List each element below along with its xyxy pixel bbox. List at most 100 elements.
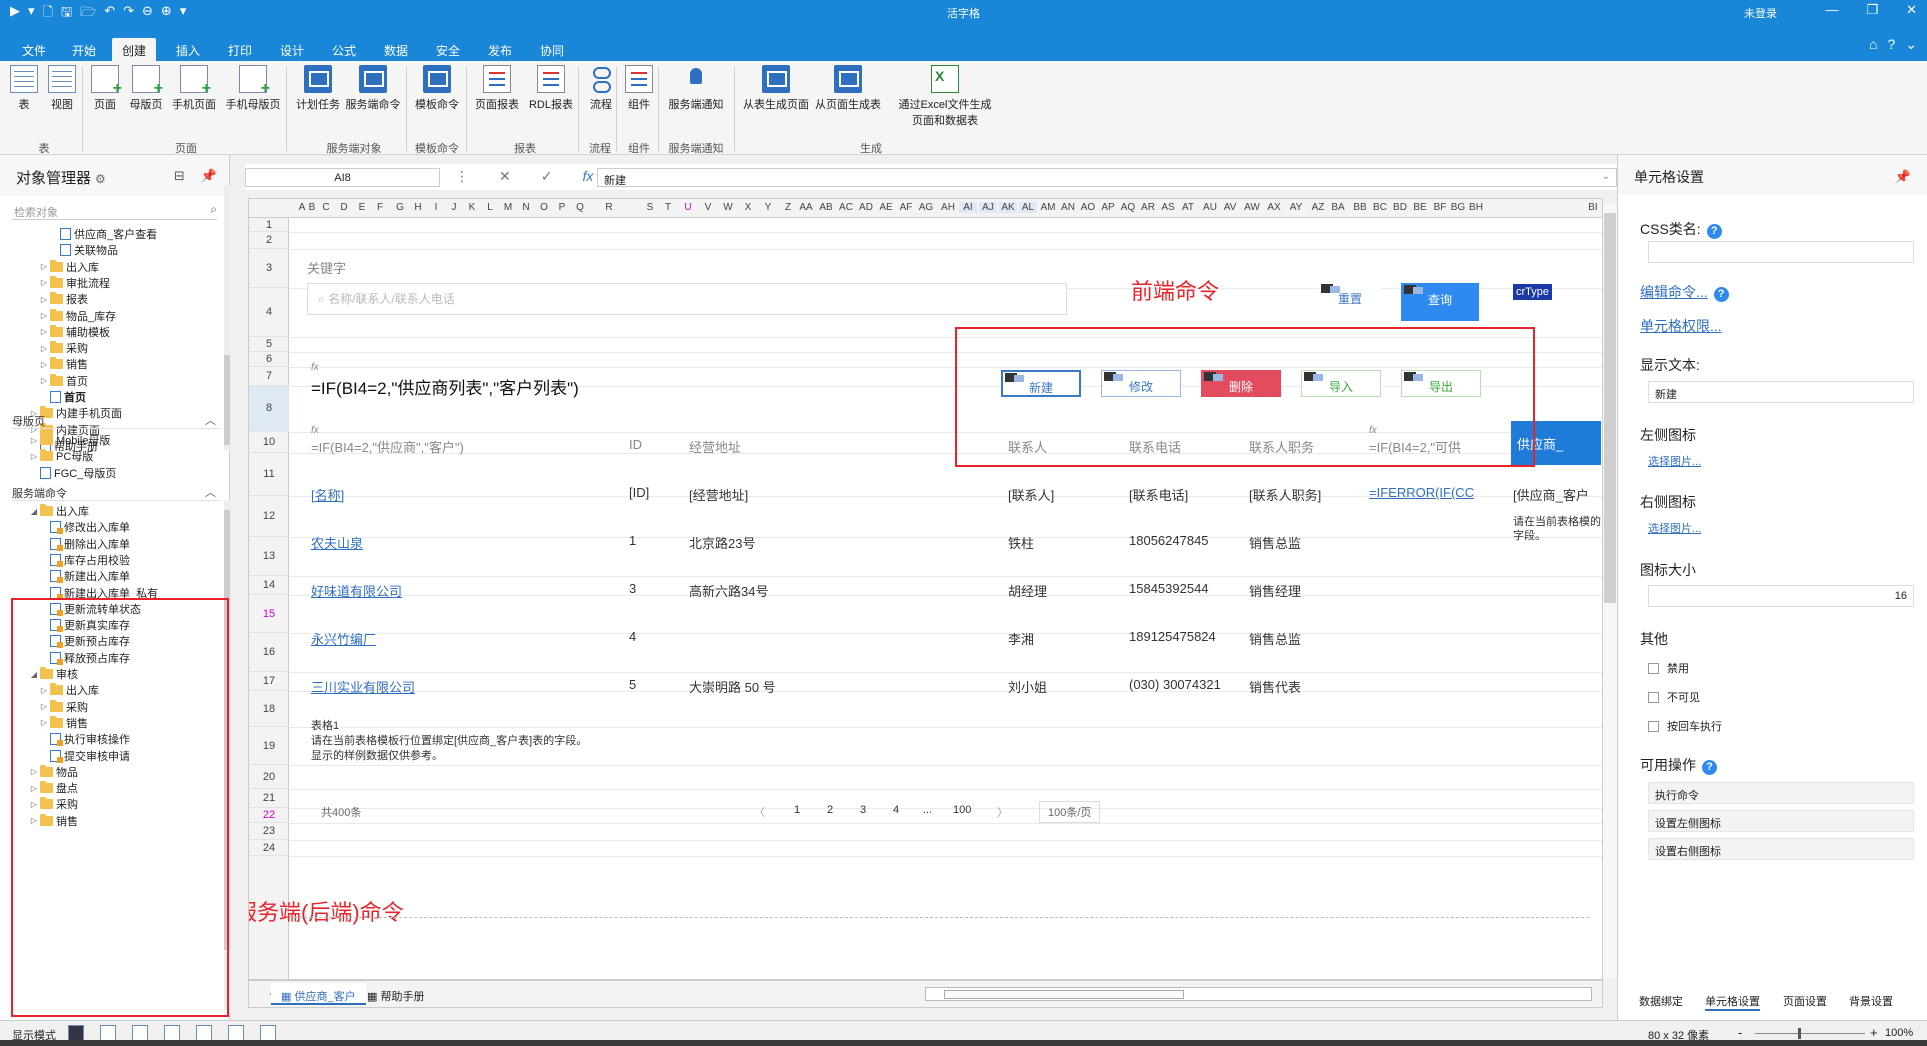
sheet-tab-supplier[interactable]: ▦ 供应商_客户 bbox=[271, 983, 366, 1005]
column-header-cell[interactable]: AV bbox=[1221, 202, 1239, 213]
tree-item[interactable]: ▷ 审批流程 bbox=[38, 274, 110, 292]
tree-item[interactable]: ▷ PC母版 bbox=[28, 447, 93, 465]
tree-item[interactable]: 删除出入库单 bbox=[38, 535, 130, 553]
column-header-cell[interactable]: AF bbox=[897, 202, 915, 213]
master-page-section[interactable]: 母版页 ︿ bbox=[12, 413, 220, 429]
ribbon-button-15[interactable]: 从页面生成表 bbox=[812, 65, 884, 112]
collapsed-icon[interactable]: ▷ bbox=[38, 327, 50, 336]
column-header-cell[interactable]: AE bbox=[877, 202, 895, 213]
tab-data-binding[interactable]: 数据绑定 bbox=[1639, 993, 1683, 1009]
column-header-cell[interactable]: AO bbox=[1079, 202, 1097, 213]
panel-mode-icon[interactable] bbox=[260, 1025, 276, 1041]
collapsed-icon[interactable]: ▷ bbox=[28, 452, 40, 461]
collapsed-icon[interactable]: ▷ bbox=[28, 436, 40, 445]
row-header-cell[interactable]: 15 bbox=[249, 595, 289, 634]
chevron-up-icon[interactable]: ︿ bbox=[205, 412, 216, 428]
zoom-slider-knob[interactable] bbox=[1798, 1028, 1801, 1039]
column-header-cell[interactable]: AY bbox=[1287, 202, 1305, 213]
ribbon-button-3[interactable]: 母版页 bbox=[126, 65, 166, 112]
help-icon[interactable]: ? bbox=[1887, 36, 1895, 53]
pager-page[interactable]: 2 bbox=[827, 804, 833, 816]
pager-next-icon[interactable]: 〉 bbox=[997, 804, 1008, 820]
column-header-cell[interactable]: Q bbox=[571, 202, 589, 213]
enter-exec-checkbox[interactable]: 按回车执行 bbox=[1648, 718, 1722, 734]
zoom-out-icon[interactable]: - bbox=[1738, 1025, 1742, 1040]
tab-page-settings[interactable]: 页面设置 bbox=[1783, 993, 1827, 1009]
sheet-tab-help[interactable]: ▦ 帮助手册 bbox=[357, 983, 434, 1005]
css-class-input[interactable] bbox=[1648, 241, 1914, 263]
expanded-icon[interactable]: ◢ bbox=[28, 507, 40, 516]
collapse-icon[interactable]: ⊟ bbox=[174, 168, 185, 184]
column-header-cell[interactable]: AA bbox=[797, 202, 815, 213]
tab-background-settings[interactable]: 背景设置 bbox=[1849, 993, 1893, 1009]
login-status[interactable]: 未登录 bbox=[1744, 5, 1777, 21]
cell-name-box[interactable]: AI8 bbox=[245, 168, 440, 187]
command-mode-icon[interactable] bbox=[68, 1025, 84, 1041]
disabled-checkbox[interactable]: 禁用 bbox=[1648, 660, 1689, 676]
pager-prev-icon[interactable]: 〈 bbox=[754, 804, 765, 820]
ribbon-button-11[interactable]: 流程 bbox=[584, 65, 618, 112]
column-header-cell[interactable]: W bbox=[719, 202, 737, 213]
column-header-cell[interactable]: M bbox=[499, 202, 517, 213]
ribbon-button-4[interactable]: 手机页面 bbox=[170, 65, 218, 112]
ribbon-button-16[interactable]: 通过Excel文件生成页面和数据表 bbox=[890, 65, 1000, 128]
row-header-cell[interactable]: 17 bbox=[249, 672, 289, 691]
query-button[interactable]: 查询 bbox=[1401, 283, 1479, 321]
restore-icon[interactable]: ❐ bbox=[1866, 2, 1878, 18]
expand-icon[interactable]: ⌄ bbox=[1602, 171, 1610, 182]
column-header-cell[interactable]: BE bbox=[1411, 202, 1429, 213]
user-icon[interactable] bbox=[100, 1025, 116, 1041]
display-text-input[interactable]: 新建 bbox=[1648, 381, 1914, 403]
help-icon[interactable]: ? bbox=[1713, 287, 1729, 302]
column-header-cell[interactable]: F bbox=[371, 202, 389, 213]
row-header-cell[interactable]: 1 bbox=[249, 218, 289, 233]
more-icon[interactable]: ⋮ bbox=[455, 168, 469, 185]
row-header-cell[interactable]: 21 bbox=[249, 789, 289, 809]
column-header-cell[interactable]: AN bbox=[1059, 202, 1077, 213]
column-header-cell[interactable]: P bbox=[553, 202, 571, 213]
row-header-cell[interactable]: 13 bbox=[249, 537, 289, 576]
tree-item[interactable]: ◢ 出入库 bbox=[28, 502, 89, 520]
column-header-cell[interactable]: AB bbox=[817, 202, 835, 213]
table-row-name[interactable]: 三川实业有限公司 bbox=[311, 677, 415, 696]
row-header-cell[interactable]: 16 bbox=[249, 633, 289, 672]
column-header-cell[interactable]: E bbox=[353, 202, 371, 213]
ribbon-button-7[interactable]: 服务端命令 bbox=[342, 65, 404, 112]
tree-item[interactable]: ▷ 采购 bbox=[38, 339, 88, 357]
ribbon-tab-5[interactable]: 设计 bbox=[270, 38, 314, 61]
ribbon-tab-1[interactable]: 开始 bbox=[62, 38, 106, 61]
invisible-checkbox[interactable]: 不可见 bbox=[1648, 689, 1700, 705]
tab-cell-settings[interactable]: 单元格设置 bbox=[1705, 993, 1760, 1011]
bind-extra[interactable]: =IFERROR(IF(CC bbox=[1369, 485, 1474, 500]
home-icon[interactable]: ⌂ bbox=[1869, 36, 1877, 53]
column-header-cell[interactable]: AK bbox=[999, 202, 1017, 213]
tree-item[interactable]: ▷ 报表 bbox=[38, 290, 88, 308]
edit-command-link[interactable]: 编辑命令...? bbox=[1640, 282, 1729, 302]
collapsed-icon[interactable]: ▷ bbox=[38, 262, 50, 271]
zoom-slider[interactable] bbox=[1755, 1033, 1865, 1034]
column-header-cell[interactable]: G bbox=[391, 202, 409, 213]
bind-name[interactable]: [名称] bbox=[311, 485, 344, 504]
server-command-section[interactable]: 服务端命令 ︿ bbox=[12, 485, 220, 501]
ribbon-button-6[interactable]: 计划任务 bbox=[293, 65, 343, 112]
ribbon-button-9[interactable]: 页面报表 bbox=[472, 65, 522, 112]
right-icon-select-link[interactable]: 选择图片... bbox=[1648, 520, 1701, 536]
op-set-right-icon[interactable]: 设置右侧图标 bbox=[1648, 838, 1914, 860]
column-header-cell[interactable]: AJ bbox=[979, 202, 997, 213]
table-row-name[interactable]: 永兴竹编厂 bbox=[311, 629, 376, 648]
cell-permission-link[interactable]: 单元格权限... bbox=[1640, 316, 1722, 336]
pin-icon[interactable]: 📌 bbox=[1895, 169, 1911, 185]
column-header-cell[interactable]: BA bbox=[1329, 202, 1347, 213]
tree-item[interactable]: ▷ 出入库 bbox=[38, 258, 99, 276]
row-header-cell[interactable]: 18 bbox=[249, 691, 289, 727]
collapsed-icon[interactable]: ▷ bbox=[38, 360, 50, 369]
tree-item[interactable]: ▷ 物品_库存 bbox=[38, 307, 116, 325]
column-header-cell[interactable]: AC bbox=[837, 202, 855, 213]
formula-input[interactable]: 新建 ⌄ bbox=[597, 168, 1617, 187]
row-header-cell[interactable]: 22 bbox=[249, 808, 289, 823]
ribbon-button-5[interactable]: 手机母版页 bbox=[222, 65, 284, 112]
column-header-cell[interactable]: N bbox=[517, 202, 535, 213]
column-header-cell[interactable]: T bbox=[659, 202, 677, 213]
column-header-cell[interactable]: AX bbox=[1265, 202, 1283, 213]
column-header-cell[interactable]: L bbox=[481, 202, 499, 213]
